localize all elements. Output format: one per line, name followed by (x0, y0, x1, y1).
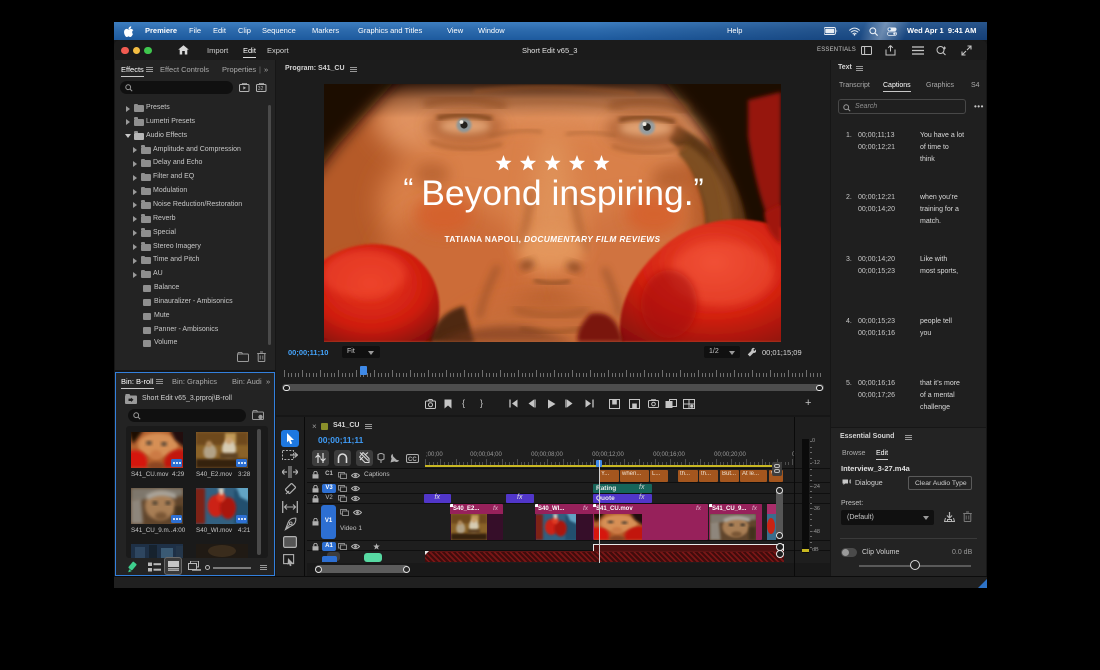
svg-text:32: 32 (258, 86, 264, 92)
svg-text:CC: CC (408, 457, 417, 463)
